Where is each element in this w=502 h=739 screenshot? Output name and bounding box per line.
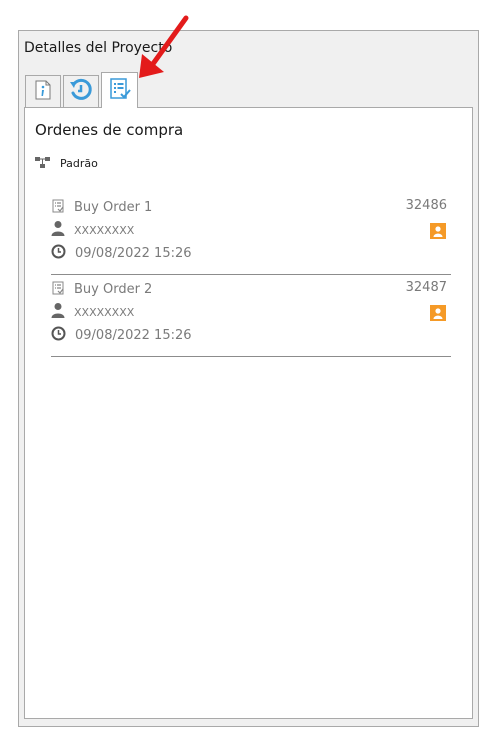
order-name: Buy Order 1	[74, 199, 153, 215]
order-user: XXXXXXXX	[74, 223, 135, 237]
tab-info[interactable]	[25, 75, 61, 107]
info-icon	[34, 80, 52, 104]
purchase-orders-icon	[108, 77, 132, 105]
user-icon	[51, 302, 65, 322]
user-badge-icon[interactable]	[430, 223, 446, 239]
order-doc-icon	[51, 280, 65, 299]
clock-icon	[51, 244, 66, 263]
tree-nodes-icon	[35, 154, 51, 173]
user-icon	[51, 220, 65, 240]
order-doc-icon	[51, 198, 65, 217]
clock-icon	[51, 326, 66, 345]
order-item[interactable]: Buy Order 2 32487 XXXXXXXX 09/08/2022 15…	[51, 274, 451, 357]
order-datetime: 09/08/2022 15:26	[75, 245, 192, 261]
order-number: 32487	[405, 280, 447, 295]
annotation-arrow-icon	[139, 15, 189, 78]
tab-content-area: Ordenes de compra Padrão Buy Order 1 324…	[24, 107, 473, 719]
order-name: Buy Order 2	[74, 281, 153, 297]
history-icon	[69, 78, 93, 106]
user-badge-icon[interactable]	[430, 305, 446, 321]
order-user: XXXXXXXX	[74, 305, 135, 319]
order-number: 32486	[405, 198, 447, 213]
tree-node-label: Padrão	[60, 157, 98, 170]
tab-history[interactable]	[63, 75, 99, 107]
order-item[interactable]: Buy Order 1 32486 XXXXXXXX 09/08/2022 15…	[51, 192, 451, 275]
order-datetime: 09/08/2022 15:26	[75, 327, 192, 343]
section-title: Ordenes de compra	[35, 121, 184, 139]
tree-node-padrao[interactable]: Padrão	[35, 154, 98, 173]
tab-purchase-orders[interactable]	[101, 72, 138, 108]
project-details-panel: Detalles del Proyecto Ordenes de compra …	[18, 30, 479, 727]
